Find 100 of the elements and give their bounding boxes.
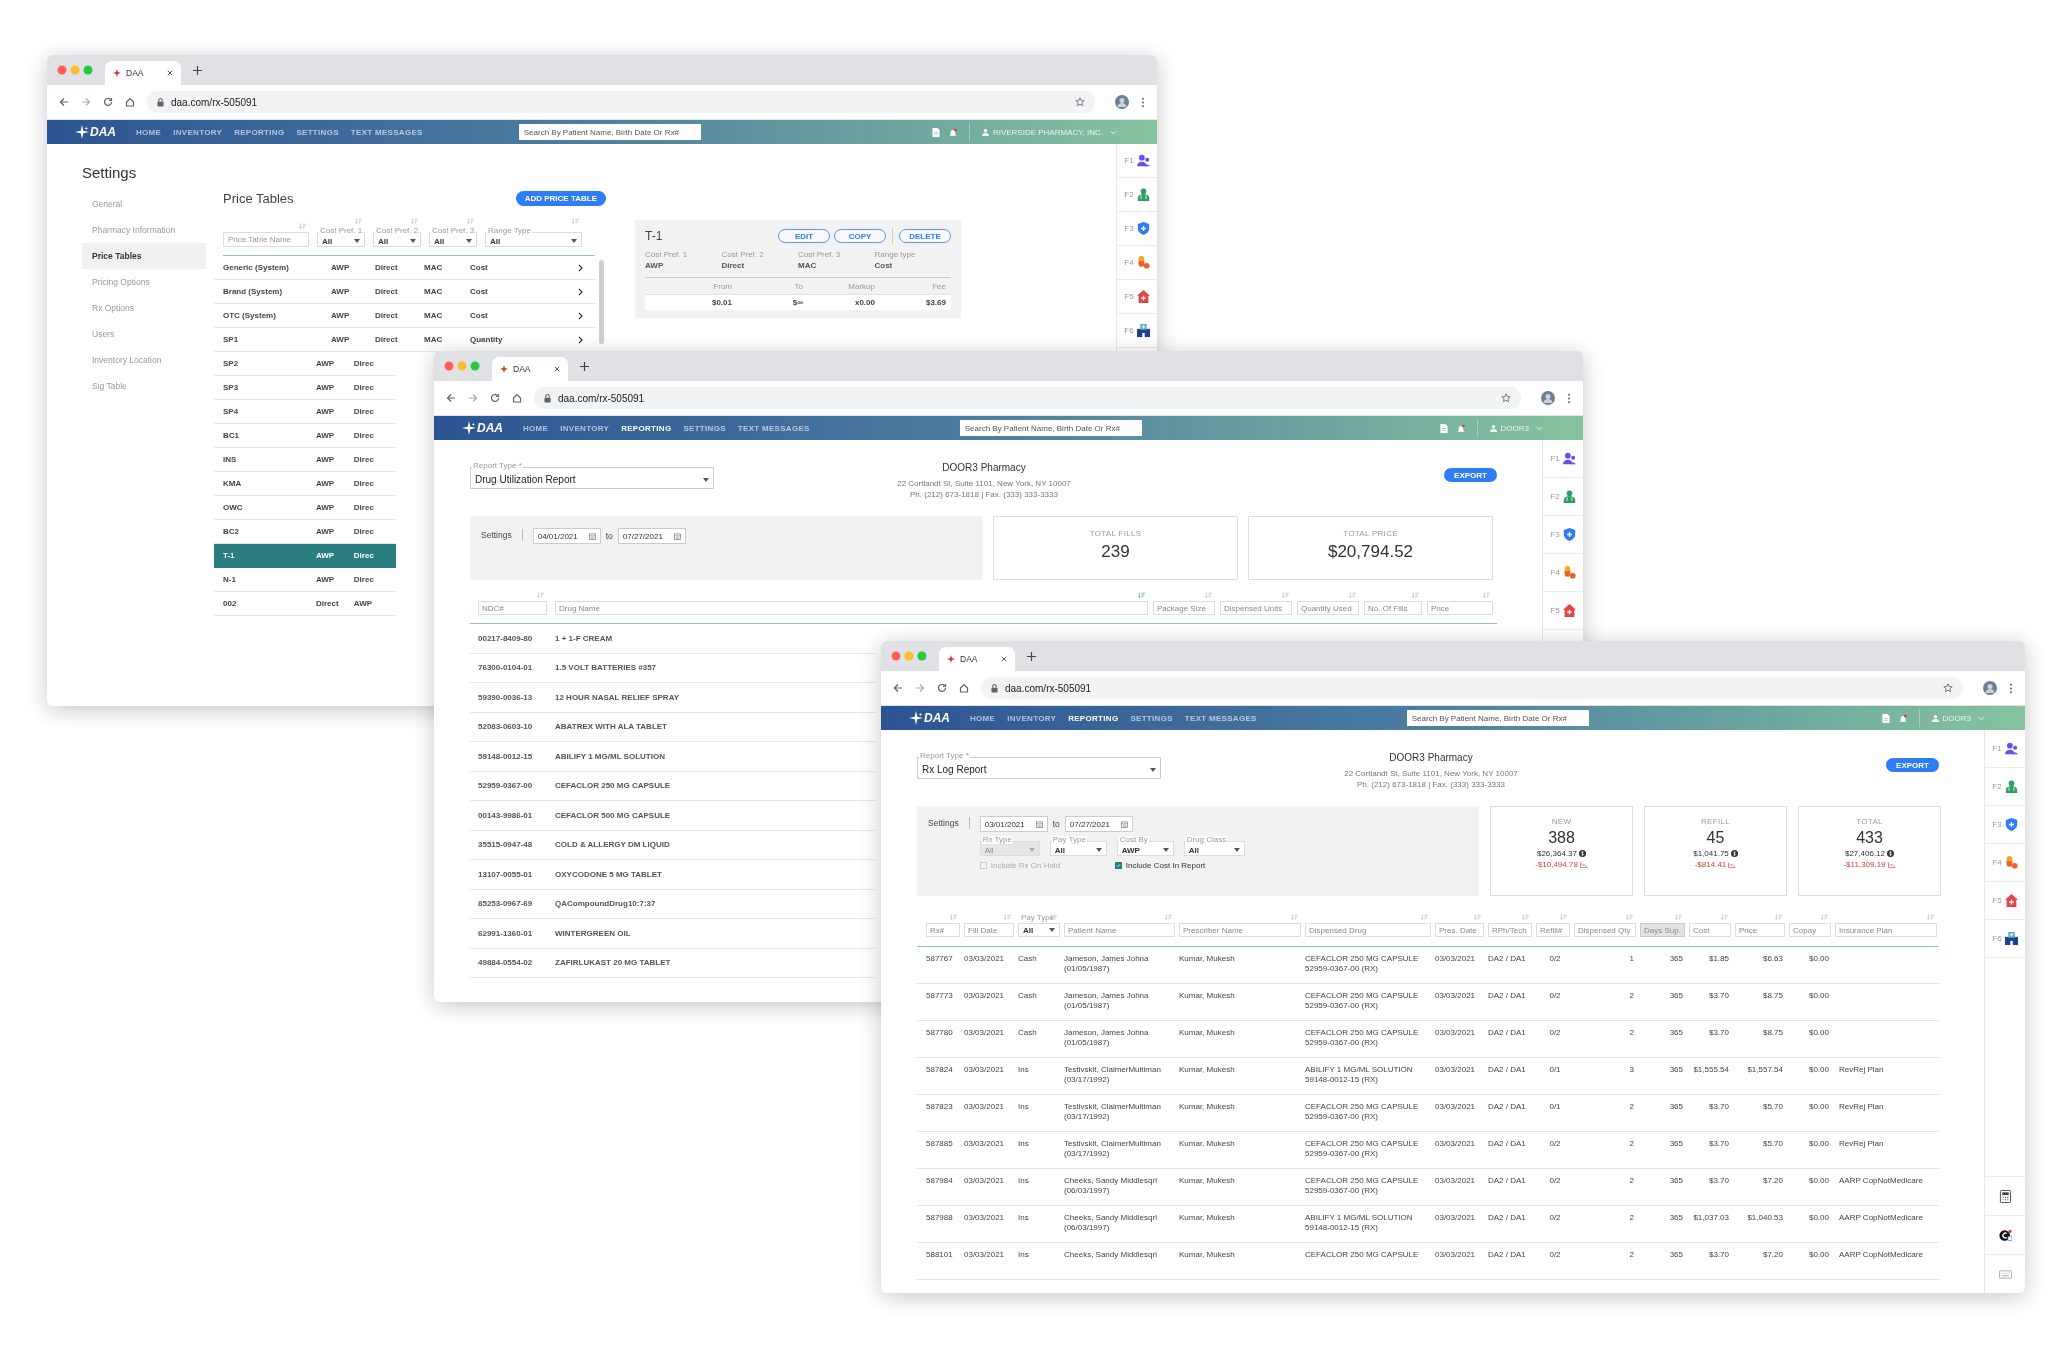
table-row[interactable]: 00217-8409-80 1 + 1-F CREAM <box>470 624 875 654</box>
table-row[interactable]: 588101 03/03/2021 Ins Cheeks, Sandy Middlesqrl Kumar, Mukesh CEFACLOR 250 MG CAPSULE 03/03/2021 DA2 / DA1 0/2 2 365 $3.70 $7.20 $0.00 AARP CopNotMedicare <box>917 1243 1939 1280</box>
table-row[interactable]: SP2 AWP Direc <box>214 352 396 376</box>
chevron-right-icon[interactable] <box>578 287 583 296</box>
nav-link[interactable]: INVENTORY <box>1007 713 1057 723</box>
table-row[interactable]: KMA AWP Direc <box>214 472 396 496</box>
filter-field[interactable]: Patient Name <box>1064 923 1175 937</box>
sort-icon[interactable] <box>1205 592 1212 598</box>
filter-field[interactable]: NDC# <box>478 601 547 615</box>
sort-icon[interactable] <box>1421 914 1428 920</box>
export-button[interactable]: EXPORT <box>1444 468 1497 482</box>
checkbox[interactable] <box>1114 862 1122 869</box>
filter-field[interactable]: Prescriber Name <box>1179 923 1301 937</box>
table-row[interactable]: 002 Direct AWP <box>214 592 396 616</box>
new-tab-icon[interactable] <box>193 65 202 75</box>
menu-icon[interactable] <box>2009 682 2013 694</box>
address-field[interactable]: daa.com/rx-505091 <box>534 387 1521 409</box>
nav-link[interactable]: HOME <box>523 423 549 433</box>
add-price-table-button[interactable]: ADD PRICE TABLE <box>515 190 606 206</box>
filter-field[interactable]: Dispensed Drug <box>1305 923 1431 937</box>
date-field[interactable]: 07/27/2021 <box>1064 816 1133 832</box>
filter-field[interactable]: RPh/Tech <box>1488 923 1532 937</box>
search-field[interactable]: Search By Patient Name, Birth Date Or Rx# <box>518 124 701 140</box>
outline-button[interactable]: DELETE <box>899 229 951 243</box>
nav-link[interactable]: HOME <box>136 127 162 137</box>
table-row[interactable]: 587767 03/03/2021 Cash Jameson, James Johna (01/05/1987) Kumar, Mukesh CEFACLOR 250 MG CAPSULE 52959-0367-00 (RX) 03/03/2021 DA2 / DA1 0/2 1 365 $1.85 $6.63 $0.00 <box>917 947 1939 984</box>
reload-icon[interactable] <box>937 683 947 693</box>
document-icon[interactable] <box>1439 423 1448 433</box>
keyboard-icon[interactable] <box>1998 1267 2012 1281</box>
table-row[interactable]: OWC AWP Direc <box>214 496 396 520</box>
date-field[interactable]: 03/01/2021 <box>979 816 1048 832</box>
sort-icon[interactable] <box>467 218 474 224</box>
window-controls-icon[interactable] <box>444 361 480 371</box>
export-button[interactable]: EXPORT <box>1886 758 1939 772</box>
settings-menu-item[interactable]: Price Tables <box>82 243 206 269</box>
filter-field[interactable]: Copay <box>1789 923 1831 937</box>
table-row[interactable]: 52083-0603-10 ABATREX WITH ALA TABLET <box>470 712 875 742</box>
filter-field[interactable]: Price <box>1427 601 1493 615</box>
filter-field[interactable]: Fill Date <box>964 923 1014 937</box>
sort-icon[interactable] <box>950 914 957 920</box>
sort-icon[interactable] <box>572 218 579 224</box>
close-icon[interactable] <box>167 70 173 76</box>
close-icon[interactable] <box>1001 656 1007 662</box>
sort-icon[interactable] <box>1004 914 1011 920</box>
bookmark-star-icon[interactable] <box>1943 683 1953 693</box>
bell-icon[interactable] <box>1898 713 1907 723</box>
close-icon[interactable] <box>554 366 560 372</box>
sort-icon[interactable] <box>537 592 544 598</box>
nav-link[interactable]: INVENTORY <box>173 127 223 137</box>
back-icon[interactable] <box>59 97 69 107</box>
search-field[interactable]: Search By Patient Name, Birth Date Or Rx# <box>1406 710 1589 726</box>
sort-icon[interactable] <box>1775 914 1782 920</box>
table-row[interactable]: Brand (System) AWP Direct MAC Cost <box>214 280 595 304</box>
filter-field[interactable]: Package Size <box>1153 601 1215 615</box>
table-row[interactable]: BC1 AWP Direc <box>214 424 396 448</box>
date-field[interactable]: 04/01/2021 <box>532 528 601 544</box>
bell-icon[interactable] <box>948 127 957 137</box>
new-tab-icon[interactable] <box>580 361 589 371</box>
forward-icon[interactable] <box>81 97 91 107</box>
table-row[interactable]: INS AWP Direc <box>214 448 396 472</box>
table-row[interactable]: 587780 03/03/2021 Cash Jameson, James Johna (01/05/1987) Kumar, Mukesh CEFACLOR 250 MG CAPSULE 52959-0367-00 (RX) 03/03/2021 DA2 / DA1 0/2 2 365 $3.70 $8.75 $0.00 <box>917 1021 1939 1058</box>
sort-icon[interactable] <box>1522 914 1529 920</box>
calculator-icon[interactable] <box>1998 1189 2012 1203</box>
address-field[interactable]: daa.com/rx-505091 <box>981 677 1963 699</box>
table-row[interactable]: SP3 AWP Direc <box>214 376 396 400</box>
browser-tab[interactable]: DAA <box>939 647 1015 671</box>
filter-field[interactable]: Insurance Plan <box>1835 923 1937 937</box>
table-row[interactable]: 00143-9986-01 CEFACLOR 500 MG CAPSULE <box>470 801 875 831</box>
bell-icon[interactable] <box>1456 423 1465 433</box>
nav-link[interactable]: INVENTORY <box>560 423 610 433</box>
document-icon[interactable] <box>1881 713 1890 723</box>
table-row[interactable]: 59390-0036-13 12 HOUR NASAL RELIEF SPRAY <box>470 683 875 713</box>
table-row[interactable]: T-1 AWP Direc <box>214 544 396 568</box>
sort-icon[interactable] <box>1927 914 1934 920</box>
table-row[interactable]: 85253-0967-69 QACompoundDrug10:7:37 <box>470 889 875 919</box>
reload-icon[interactable] <box>490 393 500 403</box>
filter-field[interactable]: Days Sup. <box>1640 923 1685 937</box>
forward-icon[interactable] <box>468 393 478 403</box>
table-row[interactable]: 587988 03/03/2021 Ins Cheeks, Sandy Middlesqrl (06/03/1997) Kumar, Mukesh ABILIFY 1 MG/ML SOLUTION 59148-0012-15 (RX) 03/03/2021 DA2 / DA1 0/2 2 365 $1,037.03 $1,040.53 $0.00 AARP CopNotMedicare <box>917 1206 1939 1243</box>
table-row[interactable]: OTC (System) AWP Direct MAC Cost <box>214 304 595 328</box>
table-row[interactable]: 35515-0947-48 COLD & ALLERGY DM LIQUID <box>470 830 875 860</box>
sort-icon[interactable] <box>1349 592 1356 598</box>
new-tab-icon[interactable] <box>1027 651 1036 661</box>
filter-field[interactable]: Drug Name <box>555 601 1148 615</box>
filter-field[interactable]: Dispensed Qty <box>1574 923 1636 937</box>
sort-icon[interactable] <box>299 223 306 229</box>
filter-field[interactable]: Dispensed Units <box>1220 601 1292 615</box>
support-icon[interactable] <box>1998 1228 2012 1242</box>
filter-field[interactable]: Rx# <box>926 923 960 937</box>
browser-tab[interactable]: DAA <box>105 61 181 85</box>
table-row[interactable]: N-1 AWP Direc <box>214 568 396 592</box>
table-row[interactable]: 13107-0055-01 OXYCODONE 5 MG TABLET <box>470 860 875 890</box>
sort-icon[interactable] <box>1165 914 1172 920</box>
nav-link[interactable]: REPORTING <box>621 423 672 433</box>
table-row[interactable]: 59148-0012-15 ABILIFY 1 MG/ML SOLUTION <box>470 742 875 772</box>
sort-icon[interactable] <box>1483 592 1490 598</box>
filter-field[interactable]: No. Of Fills <box>1364 601 1422 615</box>
outline-button[interactable]: COPY <box>834 229 886 243</box>
window-controls-icon[interactable] <box>57 65 93 75</box>
sort-icon[interactable] <box>1821 914 1828 920</box>
